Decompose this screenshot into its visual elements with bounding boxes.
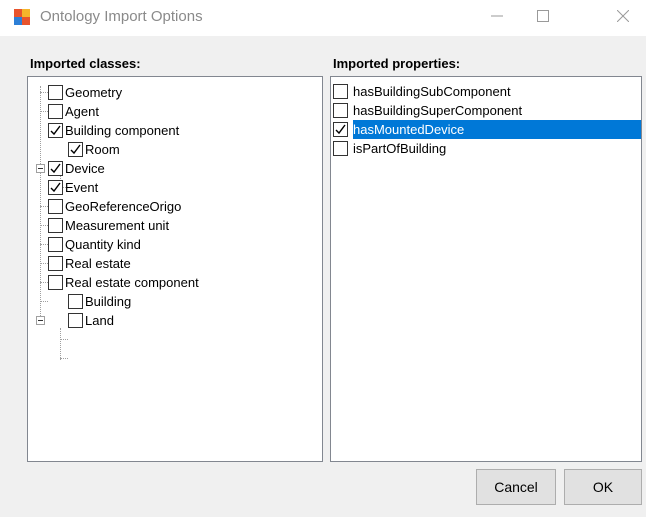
tree-item-building[interactable]: Building [68,292,131,311]
cancel-button[interactable]: Cancel [476,469,556,505]
tree-connector-line [40,225,48,226]
list-item-label: hasBuildingSubComponent [353,84,511,99]
properties-list[interactable]: hasBuildingSubComponent hasBuildingSuper… [330,76,642,462]
checkmark-icon [50,125,61,136]
tree-item-measurement-unit[interactable]: Measurement unit [48,216,169,235]
tree-item-label: Real estate component [65,275,199,290]
minimize-button[interactable] [474,0,520,32]
tree-item-device[interactable]: Device [48,159,105,178]
tree-item-label: Device [65,161,105,176]
classes-tree[interactable]: Geometry Agent Building component Room D… [27,76,323,462]
minus-icon [38,320,43,321]
tree-item-label: Land [85,313,114,328]
tree-connector-line [60,328,61,360]
class-checkbox[interactable] [48,218,63,233]
tree-item-land[interactable]: Land [68,311,114,330]
minus-icon [38,168,43,169]
list-item-label: isPartOfBuilding [353,141,447,156]
collapse-toggle-real-estate-component[interactable] [36,316,45,325]
tree-item-label: Geometry [65,85,123,100]
class-checkbox[interactable] [68,313,83,328]
class-checkbox[interactable] [48,275,63,290]
tree-item-label: Real estate [65,256,131,271]
tree-item-georeferenceorigo[interactable]: GeoReferenceOrigo [48,197,181,216]
tree-item-label: Quantity kind [65,237,141,252]
checkmark-icon [335,124,346,135]
list-item-ispartofbuilding[interactable]: isPartOfBuilding [333,139,641,158]
tree-item-real-estate-component[interactable]: Real estate component [48,273,199,292]
property-checkbox[interactable] [333,103,348,118]
tree-item-quantity-kind[interactable]: Quantity kind [48,235,141,254]
title-bar: Ontology Import Options [0,0,646,36]
tree-item-agent[interactable]: Agent [48,102,99,121]
tree-connector-line [40,92,48,93]
list-item-label: hasBuildingSuperComponent [353,103,523,118]
tree-connector-line [40,282,48,283]
class-checkbox[interactable] [48,85,63,100]
tree-connector-line [40,263,48,264]
close-icon [617,10,629,22]
property-checkbox[interactable] [333,122,348,137]
checkmark-icon [70,144,81,155]
property-checkbox[interactable] [333,141,348,156]
tree-item-label: Measurement unit [65,218,170,233]
imported-classes-label: Imported classes: [30,56,141,71]
list-item-hasmounteddevice[interactable]: hasMountedDevice [333,120,641,139]
class-checkbox[interactable] [48,237,63,252]
class-checkbox[interactable] [48,104,63,119]
tree-item-building-component[interactable]: Building component [48,121,179,140]
tree-item-event[interactable]: Event [48,178,98,197]
list-item-label: hasMountedDevice [353,122,465,137]
class-checkbox[interactable] [48,256,63,271]
tree-connector-line [40,206,48,207]
tree-connector-line [60,339,68,340]
minimize-icon [491,15,503,17]
close-button[interactable] [600,0,646,32]
class-checkbox[interactable] [48,180,63,195]
class-checkbox[interactable] [48,161,63,176]
tree-connector-line [40,301,48,302]
maximize-button[interactable] [520,0,566,32]
class-checkbox[interactable] [68,294,83,309]
list-item-hasbuildingsupercomponent[interactable]: hasBuildingSuperComponent [333,101,641,120]
app-window-icon [14,9,30,25]
tree-item-label: GeoReferenceOrigo [65,199,182,214]
checkmark-icon [50,182,61,193]
tree-connector-line [40,244,48,245]
list-item-hasbuildingsubcomponent[interactable]: hasBuildingSubComponent [333,82,641,101]
tree-item-label: Room [85,142,120,157]
property-checkbox[interactable] [333,84,348,99]
class-checkbox[interactable] [48,123,63,138]
tree-item-geometry[interactable]: Geometry [48,83,122,102]
tree-item-real-estate[interactable]: Real estate [48,254,131,273]
class-checkbox[interactable] [68,142,83,157]
maximize-icon [537,10,549,22]
checkmark-icon [50,163,61,174]
imported-properties-label: Imported properties: [333,56,461,71]
tree-item-label: Building [85,294,132,309]
window-title: Ontology Import Options [40,8,203,25]
tree-connector-line [40,111,48,112]
tree-item-label: Agent [65,104,99,119]
tree-item-label: Event [65,180,99,195]
tree-connector-line [60,358,68,359]
class-checkbox[interactable] [48,199,63,214]
dialog-body: Imported classes: Imported properties: G… [0,36,646,517]
tree-item-room[interactable]: Room [68,140,120,159]
tree-item-label: Building component [65,123,180,138]
collapse-toggle-building-component[interactable] [36,164,45,173]
ok-button[interactable]: OK [564,469,642,505]
